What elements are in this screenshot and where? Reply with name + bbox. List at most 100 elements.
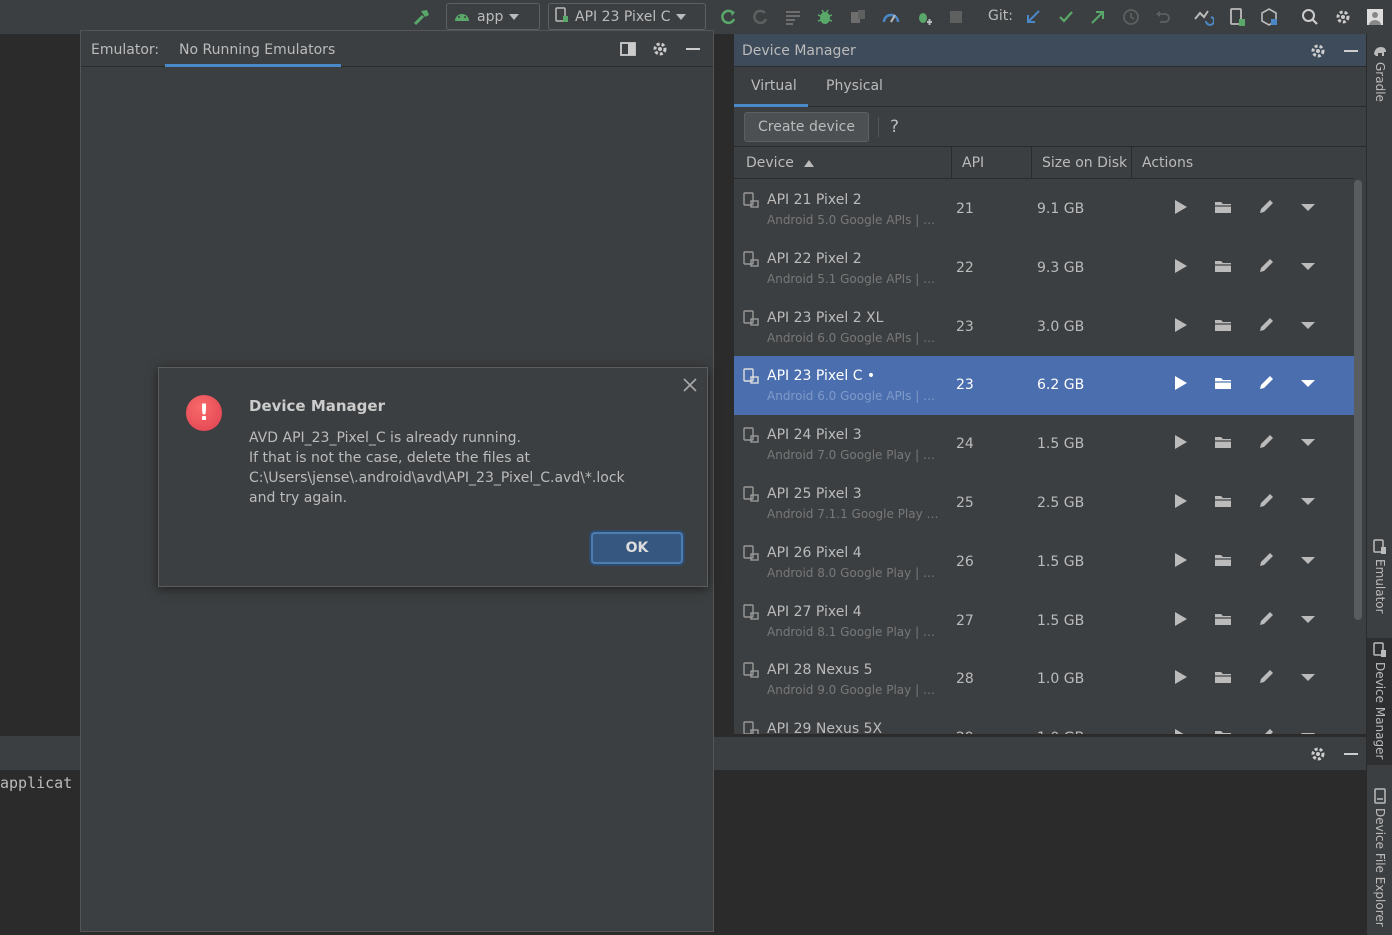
- edit-pencil-icon[interactable]: [1256, 726, 1276, 734]
- sync-gradle-icon[interactable]: [1191, 5, 1215, 29]
- table-row[interactable]: API 29 Nexus 5X 29 1.0 GB: [734, 709, 1354, 734]
- table-row[interactable]: API 28 Nexus 5 Android 9.0 Google Play | …: [734, 650, 1354, 709]
- launch-play-icon[interactable]: [1170, 197, 1190, 217]
- more-actions-chevron-down-icon[interactable]: [1298, 667, 1318, 687]
- emulator-tab-label: No Running Emulators: [179, 42, 336, 58]
- search-icon[interactable]: [1298, 5, 1322, 29]
- launch-play-icon[interactable]: [1170, 373, 1190, 393]
- show-on-disk-folder-icon[interactable]: [1213, 432, 1233, 452]
- column-actions: Actions: [1134, 147, 1354, 179]
- show-on-disk-folder-icon[interactable]: [1213, 609, 1233, 629]
- bottom-settings-gear-icon[interactable]: [1309, 745, 1327, 767]
- sdk-manager-icon[interactable]: [1257, 5, 1281, 29]
- more-actions-chevron-down-icon[interactable]: [1298, 609, 1318, 629]
- ok-button[interactable]: OK: [591, 532, 683, 564]
- launch-play-icon[interactable]: [1170, 726, 1190, 734]
- table-row[interactable]: API 24 Pixel 3 Android 7.0 Google Play | …: [734, 415, 1354, 474]
- launch-play-icon[interactable]: [1170, 550, 1190, 570]
- debug-bug-icon[interactable]: [813, 5, 837, 29]
- edit-pencil-icon[interactable]: [1256, 373, 1276, 393]
- emulator-settings-gear-icon[interactable]: [651, 40, 669, 62]
- more-actions-chevron-down-icon[interactable]: [1298, 373, 1318, 393]
- more-actions-chevron-down-icon[interactable]: [1298, 726, 1318, 734]
- more-actions-chevron-down-icon[interactable]: [1298, 315, 1318, 335]
- more-actions-chevron-down-icon[interactable]: [1298, 491, 1318, 511]
- git-history-clock-icon[interactable]: [1119, 5, 1143, 29]
- table-row[interactable]: API 25 Pixel 3 Android 7.1.1 Google Play …: [734, 474, 1354, 533]
- git-commit-check-icon[interactable]: [1054, 5, 1078, 29]
- stripe-device-file-explorer[interactable]: Device File Explorer: [1367, 788, 1392, 927]
- launch-play-icon[interactable]: [1170, 491, 1190, 511]
- coverage-icon[interactable]: [781, 5, 805, 29]
- tab-virtual[interactable]: Virtual: [751, 78, 797, 94]
- show-on-disk-folder-icon[interactable]: [1213, 726, 1233, 734]
- create-device-button[interactable]: Create device: [744, 112, 869, 142]
- edit-pencil-icon[interactable]: [1256, 491, 1276, 511]
- device-name: API 24 Pixel 3: [767, 427, 862, 443]
- device-target-combo[interactable]: API 23 Pixel C: [548, 3, 706, 30]
- more-actions-chevron-down-icon[interactable]: [1298, 197, 1318, 217]
- edit-pencil-icon[interactable]: [1256, 256, 1276, 276]
- run-config-combo[interactable]: app: [446, 3, 540, 30]
- table-row[interactable]: API 27 Pixel 4 Android 8.1 Google Play | …: [734, 592, 1354, 651]
- help-button[interactable]: ?: [890, 117, 899, 137]
- device-api: 28: [956, 671, 974, 687]
- stripe-gradle[interactable]: Gradle: [1367, 44, 1392, 102]
- column-api[interactable]: API: [954, 147, 1032, 179]
- minimize-icon[interactable]: [1342, 745, 1360, 767]
- show-on-disk-folder-icon[interactable]: [1213, 256, 1233, 276]
- apply-code-changes-icon[interactable]: [748, 5, 772, 29]
- device-manager-settings-gear-icon[interactable]: [1309, 42, 1327, 64]
- device-table-scrollbar[interactable]: [1354, 180, 1362, 620]
- tab-no-running-emulators[interactable]: No Running Emulators: [165, 31, 341, 67]
- column-size[interactable]: Size on Disk: [1034, 147, 1132, 179]
- device-name: API 25 Pixel 3: [767, 486, 862, 502]
- more-actions-chevron-down-icon[interactable]: [1298, 256, 1318, 276]
- editor-area: [0, 34, 80, 734]
- settings-gear-icon[interactable]: [1331, 5, 1355, 29]
- launch-play-icon[interactable]: [1170, 667, 1190, 687]
- table-row[interactable]: API 23 Pixel C • Android 6.0 Google APIs …: [734, 356, 1354, 415]
- edit-pencil-icon[interactable]: [1256, 315, 1276, 335]
- dock-mode-icon[interactable]: [619, 40, 637, 62]
- edit-pencil-icon[interactable]: [1256, 550, 1276, 570]
- more-actions-chevron-down-icon[interactable]: [1298, 432, 1318, 452]
- show-on-disk-folder-icon[interactable]: [1213, 491, 1233, 511]
- launch-play-icon[interactable]: [1170, 315, 1190, 335]
- table-row[interactable]: API 21 Pixel 2 Android 5.0 Google APIs | …: [734, 180, 1354, 239]
- table-row[interactable]: API 23 Pixel 2 XL Android 6.0 Google APIs…: [734, 298, 1354, 357]
- profiler-gauge-icon[interactable]: [879, 5, 903, 29]
- show-on-disk-folder-icon[interactable]: [1213, 550, 1233, 570]
- minimize-icon[interactable]: [684, 40, 702, 62]
- build-hammer-icon[interactable]: [410, 5, 434, 29]
- show-on-disk-folder-icon[interactable]: [1213, 667, 1233, 687]
- more-actions-chevron-down-icon[interactable]: [1298, 550, 1318, 570]
- show-on-disk-folder-icon[interactable]: [1213, 315, 1233, 335]
- git-push-icon[interactable]: [1086, 5, 1110, 29]
- show-on-disk-folder-icon[interactable]: [1213, 197, 1233, 217]
- apply-changes-icon[interactable]: [716, 5, 740, 29]
- show-on-disk-folder-icon[interactable]: [1213, 373, 1233, 393]
- user-avatar-icon[interactable]: [1363, 5, 1387, 29]
- edit-pencil-icon[interactable]: [1256, 609, 1276, 629]
- table-row[interactable]: API 26 Pixel 4 Android 8.0 Google Play | …: [734, 533, 1354, 592]
- edit-pencil-icon[interactable]: [1256, 667, 1276, 687]
- launch-play-icon[interactable]: [1170, 256, 1190, 276]
- column-device[interactable]: Device: [738, 147, 952, 179]
- profile-icon[interactable]: [846, 5, 870, 29]
- table-row[interactable]: API 22 Pixel 2 Android 5.1 Google APIs | …: [734, 239, 1354, 298]
- stripe-device-manager[interactable]: Device Manager: [1367, 638, 1392, 766]
- attach-debugger-icon[interactable]: [912, 5, 936, 29]
- edit-pencil-icon[interactable]: [1256, 197, 1276, 217]
- minimize-icon[interactable]: [1342, 42, 1360, 64]
- stop-icon[interactable]: [944, 5, 968, 29]
- git-update-icon[interactable]: [1021, 5, 1045, 29]
- device-manager-toolbar-icon[interactable]: [1225, 5, 1249, 29]
- launch-play-icon[interactable]: [1170, 432, 1190, 452]
- launch-play-icon[interactable]: [1170, 609, 1190, 629]
- tab-physical[interactable]: Physical: [826, 78, 883, 94]
- close-icon[interactable]: [681, 376, 699, 394]
- git-rollback-icon[interactable]: [1151, 5, 1175, 29]
- stripe-emulator[interactable]: Emulator: [1367, 539, 1392, 614]
- edit-pencil-icon[interactable]: [1256, 432, 1276, 452]
